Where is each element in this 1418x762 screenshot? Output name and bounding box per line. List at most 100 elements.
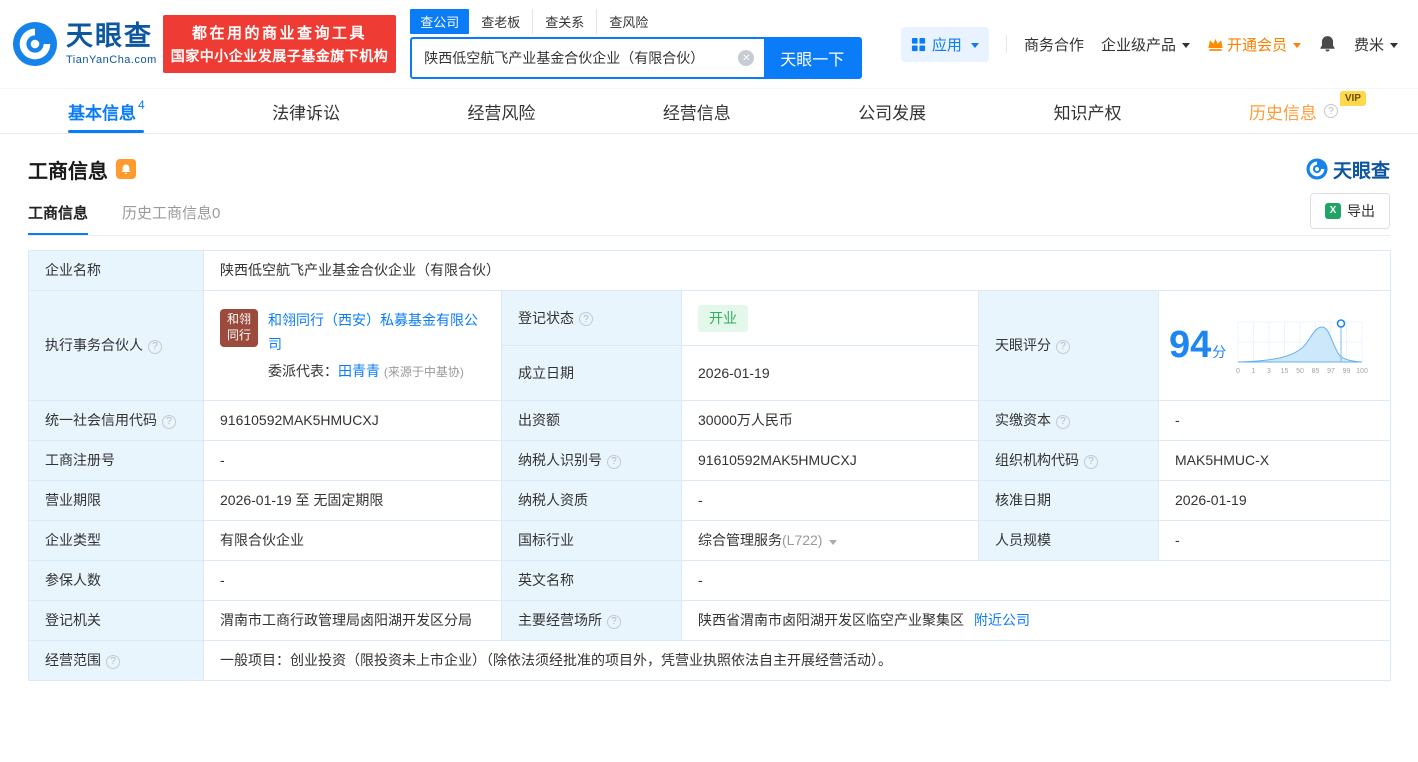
tax-id-value: 91610592MAK5HMUCXJ <box>682 441 979 481</box>
approved-label: 核准日期 <box>979 481 1159 521</box>
divider <box>1006 35 1007 53</box>
row-type: 企业类型 有限合伙企业 国标行业 综合管理服务(L722) 人员规模 - <box>29 521 1391 561</box>
tab-count-badge: 4 <box>138 98 145 112</box>
business-info-table: 企业名称 陕西低空航飞产业基金合伙企业（有限合伙） 执行事务合伙人 和翎 同行 <box>28 250 1391 681</box>
search-tab-boss[interactable]: 查老板 <box>469 9 532 34</box>
tab-label: 基本信息 <box>68 99 136 124</box>
nav-label: 企业级产品 <box>1101 34 1176 55</box>
tab-intellectual-property[interactable]: 知识产权 <box>1046 89 1130 133</box>
company-name-value: 陕西低空航飞产业基金合伙企业（有限合伙） <box>204 251 1391 291</box>
content: 工商信息 天眼查 工商信息 历史工商信息0 导出 <box>0 154 1418 681</box>
notification-bell-icon[interactable] <box>1318 34 1337 54</box>
search-area: 查公司 查老板 查关系 查风险 天眼一下 <box>410 9 862 79</box>
tab-history-info[interactable]: 历史信息 VIP <box>1241 89 1346 133</box>
tab-label: 知识产权 <box>1054 99 1122 124</box>
help-icon[interactable] <box>1084 455 1098 469</box>
tab-label: 经营风险 <box>467 99 535 124</box>
nav-label: 商务合作 <box>1024 34 1084 55</box>
search-tab-relation[interactable]: 查关系 <box>532 9 596 34</box>
approved-value: 2026-01-19 <box>1159 481 1391 521</box>
english-name-label: 英文名称 <box>502 561 682 601</box>
search-button[interactable]: 天眼一下 <box>764 39 860 77</box>
chevron-down-icon <box>971 43 979 48</box>
row-company-name: 企业名称 陕西低空航飞产业基金合伙企业（有限合伙） <box>29 251 1391 291</box>
help-icon[interactable] <box>579 312 593 326</box>
reg-no-value: - <box>204 441 502 481</box>
help-icon[interactable] <box>148 340 162 354</box>
help-icon[interactable] <box>1056 340 1070 354</box>
nav-enterprise-products[interactable]: 企业级产品 <box>1101 34 1190 55</box>
address-value: 陕西省渭南市卤阳湖开发区临空产业聚集区附近公司 <box>682 601 1391 641</box>
score-distribution-chart: 0 1 3 15 50 85 97 99 100 <box>1230 314 1368 378</box>
chevron-down-icon <box>1182 43 1190 48</box>
partner-logo-text: 和翎 <box>227 312 251 328</box>
svg-text:100: 100 <box>1356 368 1368 375</box>
row-credit-code: 统一社会信用代码 91610592MAK5HMUCXJ 出资额 30000万人民… <box>29 401 1391 441</box>
brand-slogan-banner: 都在用的商业查询工具 国家中小企业发展子基金旗下机构 <box>163 15 397 73</box>
established-label: 成立日期 <box>502 346 682 401</box>
subtab-business-registration[interactable]: 工商信息 <box>28 192 88 235</box>
clear-icon[interactable] <box>738 50 754 66</box>
page: 天眼查 TianYanCha.com 都在用的商业查询工具 国家中小企业发展子基… <box>0 0 1418 762</box>
nearby-companies-link[interactable]: 附近公司 <box>974 612 1030 628</box>
capital-label: 出资额 <box>502 401 682 441</box>
grid-icon <box>911 37 926 52</box>
slogan-line2: 国家中小企业发展子基金旗下机构 <box>171 46 389 66</box>
partner-logo-text: 同行 <box>227 328 251 344</box>
tab-legal-proceedings[interactable]: 法律诉讼 <box>264 89 348 133</box>
row-scope: 经营范围 一般项目：创业投资（限投资未上市企业）（除依法须经批准的项目外，凭营业… <box>29 641 1391 681</box>
tab-operating-risk[interactable]: 经营风险 <box>459 89 543 133</box>
partner-logo[interactable]: 和翎 同行 <box>220 309 258 347</box>
status-label: 登记状态 <box>502 291 682 346</box>
partner-company-link[interactable]: 和翎同行（西安）私募基金有限公司 <box>268 309 485 357</box>
svg-text:1: 1 <box>1252 368 1256 375</box>
representative-line: 委派代表：田青青 (来源于中基协) <box>268 361 485 382</box>
user-name: 费米 <box>1354 34 1384 55</box>
tab-basic-info[interactable]: 基本信息 4 <box>60 89 153 133</box>
help-icon[interactable] <box>106 655 120 669</box>
svg-text:99: 99 <box>1343 368 1351 375</box>
score-label: 天眼评分 <box>979 291 1159 401</box>
help-icon[interactable] <box>607 455 621 469</box>
apps-menu[interactable]: 应用 <box>901 27 989 62</box>
tab-company-development[interactable]: 公司发展 <box>850 89 934 133</box>
export-button[interactable]: 导出 <box>1310 193 1390 229</box>
search-input[interactable] <box>412 50 738 66</box>
status-badge[interactable]: 开业 <box>698 305 748 332</box>
help-icon[interactable] <box>607 615 621 629</box>
tab-business-info[interactable]: 经营信息 <box>655 89 739 133</box>
tab-label: 法律诉讼 <box>272 99 340 124</box>
rep-source: (来源于中基协) <box>384 365 464 379</box>
search-box: 天眼一下 <box>410 37 862 79</box>
representative-link[interactable]: 田青青 <box>338 363 380 379</box>
search-tab-company[interactable]: 查公司 <box>410 9 469 34</box>
row-insured: 参保人数 - 英文名称 - <box>29 561 1391 601</box>
subtab-history-registration[interactable]: 历史工商信息0 <box>122 192 220 235</box>
authority-value: 渭南市工商行政管理局卤阳湖开发区分局 <box>204 601 502 641</box>
help-icon[interactable] <box>1056 415 1070 429</box>
partner-label: 执行事务合伙人 <box>29 291 204 401</box>
term-label: 营业期限 <box>29 481 204 521</box>
org-code-label: 组织机构代码 <box>979 441 1159 481</box>
help-icon[interactable] <box>162 415 176 429</box>
paid-capital-value: - <box>1159 401 1391 441</box>
help-icon[interactable] <box>1324 104 1338 118</box>
nav-open-vip[interactable]: 开通会员 <box>1207 34 1301 55</box>
partner-detail: 和翎同行（西安）私募基金有限公司 委派代表：田青青 (来源于中基协) <box>268 309 485 383</box>
subscribe-bell-icon[interactable] <box>116 159 136 179</box>
tax-quality-value: - <box>682 481 979 521</box>
tab-label: 历史信息 <box>1249 99 1317 124</box>
chevron-down-icon[interactable] <box>829 540 837 545</box>
search-tab-risk[interactable]: 查风险 <box>596 9 660 34</box>
section-header: 工商信息 天眼查 <box>28 154 1390 184</box>
tianyancha-logo[interactable]: 天眼查 TianYanCha.com <box>12 21 157 67</box>
nav-business-cooperation[interactable]: 商务合作 <box>1024 34 1084 55</box>
tianyancha-watermark-icon <box>1306 158 1328 180</box>
section-title: 工商信息 <box>28 155 108 184</box>
address-label: 主要经营场所 <box>502 601 682 641</box>
staff-value: - <box>1159 521 1391 561</box>
nav-user-menu[interactable]: 费米 <box>1354 34 1398 55</box>
brand-domain: TianYanCha.com <box>66 54 157 66</box>
established-value: 2026-01-19 <box>682 346 979 401</box>
tianyancha-watermark: 天眼查 <box>1306 156 1390 183</box>
